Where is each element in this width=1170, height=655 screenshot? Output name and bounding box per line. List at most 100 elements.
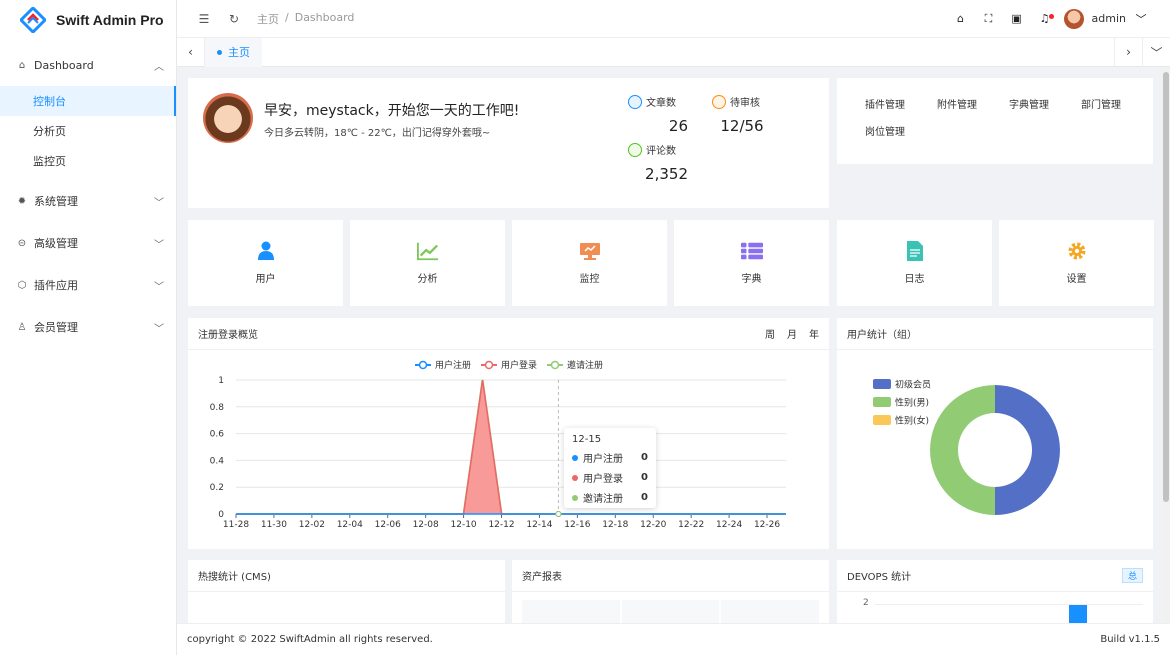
menu-advanced[interactable]: ⊝ 高级管理 ﹀ — [0, 222, 176, 264]
tile-analysis[interactable]: 分析 — [350, 220, 505, 306]
tile-users[interactable]: 用户 — [188, 220, 343, 306]
series-dot — [572, 454, 578, 461]
breadcrumb-home[interactable]: 主页 — [257, 11, 279, 27]
menu-item-console[interactable]: 控制台 — [0, 86, 176, 116]
y-tick-label: 0.4 — [210, 456, 225, 466]
tooltip-row-name: 用户注册 — [583, 454, 623, 465]
tab-home[interactable]: 主页 — [205, 37, 262, 67]
theme-icon[interactable]: ▣ — [1004, 12, 1030, 25]
tile-monitor[interactable]: 监控 — [512, 220, 667, 306]
footer: copyright © 2022 SwiftAdmin all rights r… — [177, 623, 1170, 655]
menu-plugins[interactable]: ⬡ 插件应用 ﹀ — [0, 264, 176, 306]
x-tick-label: 11-28 — [223, 520, 249, 530]
pending-icon — [712, 94, 726, 109]
gear-icon: ✹ — [17, 195, 27, 207]
top-header: ☰ ↻ 主页 / Dashboard ⌂ ⛶ ▣ ♫ admin ﹀ — [177, 0, 1170, 38]
hover-point — [555, 511, 562, 517]
x-tick-label: 12-24 — [716, 520, 742, 530]
asset-panel — [522, 600, 620, 623]
welcome-greeting: 早安，meystack，开始您一天的工作吧! — [264, 103, 520, 119]
x-tick-label: 12-22 — [678, 520, 704, 530]
devops-total-badge[interactable]: 总 — [1121, 568, 1143, 583]
legend-label: 初级会员 — [895, 379, 931, 391]
quick-links-card: 插件管理 附件管理 字典管理 部门管理 岗位管理 — [837, 78, 1153, 164]
user-icon: ♙ — [17, 321, 27, 333]
collapse-menu-icon[interactable]: ☰ — [189, 12, 219, 26]
chevron-down-icon: ﹀ — [154, 323, 164, 335]
refresh-icon[interactable]: ↻ — [219, 12, 249, 26]
stat-articles-label: 文章数 — [646, 98, 676, 109]
fullscreen-icon[interactable]: ⛶ — [976, 12, 1002, 26]
x-tick-label: 12-16 — [564, 520, 590, 530]
menu-item-monitor[interactable]: 监控页 — [0, 146, 176, 176]
tile-users-label: 用户 — [255, 274, 276, 285]
series-dot — [572, 494, 578, 501]
donut-slice — [930, 385, 995, 515]
x-tick-label: 12-12 — [488, 520, 514, 530]
menu-dashboard-label: Dashboard — [34, 58, 94, 72]
x-tick-label: 12-04 — [337, 520, 363, 530]
tab-scroll-left-icon[interactable]: ‹ — [177, 37, 205, 67]
tile-monitor-label: 监控 — [579, 274, 600, 285]
tooltip-row-name: 邀请注册 — [583, 494, 623, 505]
x-tick-label: 12-20 — [640, 520, 666, 530]
assets-card: 资产报表 — [512, 560, 829, 623]
scrollbar-thumb[interactable] — [1163, 72, 1169, 502]
legend-label: 用户登录 — [501, 359, 537, 371]
tooltip-date: 12-15 — [572, 434, 602, 445]
legend-marker — [550, 360, 560, 370]
x-tick-label: 11-30 — [261, 520, 287, 530]
avatar[interactable] — [1063, 8, 1084, 29]
chevron-down-icon[interactable]: ﹀ — [1128, 11, 1154, 27]
menu-item-analysis[interactable]: 分析页 — [0, 116, 176, 146]
tooltip-row: 用户注册 0 — [572, 450, 648, 465]
gear-icon — [1066, 240, 1088, 262]
bell-icon[interactable]: ♫ — [1032, 12, 1058, 25]
quick-link-attachments[interactable]: 附件管理 — [937, 96, 977, 111]
tile-analysis-label: 分析 — [417, 274, 438, 285]
hot-search-card: 热搜统计 (CMS) — [188, 560, 505, 623]
register-card-title: 注册登录概览 — [198, 330, 258, 341]
tile-dictionary[interactable]: 字典 — [674, 220, 829, 306]
notification-dot — [1048, 14, 1054, 19]
logo[interactable]: Swift Admin Pro — [0, 0, 176, 40]
tile-settings[interactable]: 设置 — [999, 220, 1154, 306]
assets-panels — [522, 600, 820, 623]
home-icon[interactable]: ⌂ — [948, 12, 974, 25]
quick-link-dictionary[interactable]: 字典管理 — [1009, 96, 1049, 111]
y-tick-label: 0.6 — [210, 430, 225, 440]
chevron-down-icon: ﹀ — [154, 239, 164, 251]
period-week[interactable]: 周 — [765, 326, 775, 341]
stat-articles: 文章数 26 — [628, 94, 688, 135]
tile-settings-label: 设置 — [1066, 274, 1087, 285]
tab-home-label: 主页 — [228, 46, 250, 59]
period-year[interactable]: 年 — [809, 326, 819, 341]
period-month[interactable]: 月 — [787, 326, 797, 341]
chevron-up-icon: ︿ — [154, 61, 164, 73]
quick-link-departments[interactable]: 部门管理 — [1081, 96, 1121, 111]
register-overview-card: 注册登录概览 周 月 年 用户注册 用户登录 邀请注册 0 0.2 0.4 0.6 0.8 1 1… — [188, 318, 829, 549]
tab-bar: ‹ 主页 › ﹀ — [177, 37, 1170, 67]
series-area — [236, 380, 786, 514]
tile-logs[interactable]: 日志 — [837, 220, 992, 306]
breadcrumb-current: Dashboard — [294, 10, 355, 24]
user-icon — [255, 240, 277, 262]
menu-system[interactable]: ✹ 系统管理 ﹀ — [0, 180, 176, 222]
advanced-icon: ⊝ — [17, 237, 27, 249]
tab-scroll-right-icon[interactable]: › — [1114, 37, 1142, 67]
asset-panel — [721, 600, 820, 623]
legend-label: 性别(女) — [895, 415, 929, 427]
menu-dashboard[interactable]: ⌂ Dashboard ︿ — [0, 44, 176, 86]
user-name[interactable]: admin — [1092, 12, 1126, 25]
quick-link-plugins[interactable]: 插件管理 — [865, 96, 905, 111]
menu-members[interactable]: ♙ 会员管理 ﹀ — [0, 306, 176, 348]
trend-icon — [416, 240, 439, 262]
stat-pending-value: 12/56 — [720, 117, 764, 135]
logo-icon — [20, 7, 46, 33]
file-icon — [904, 240, 926, 262]
quick-link-positions[interactable]: 岗位管理 — [865, 123, 905, 138]
tile-dictionary-label: 字典 — [741, 274, 762, 285]
header-actions: ⌂ ⛶ ▣ ♫ admin ﹀ — [948, 8, 1170, 29]
tab-menu-icon[interactable]: ﹀ — [1142, 37, 1170, 67]
active-dot — [217, 49, 222, 55]
